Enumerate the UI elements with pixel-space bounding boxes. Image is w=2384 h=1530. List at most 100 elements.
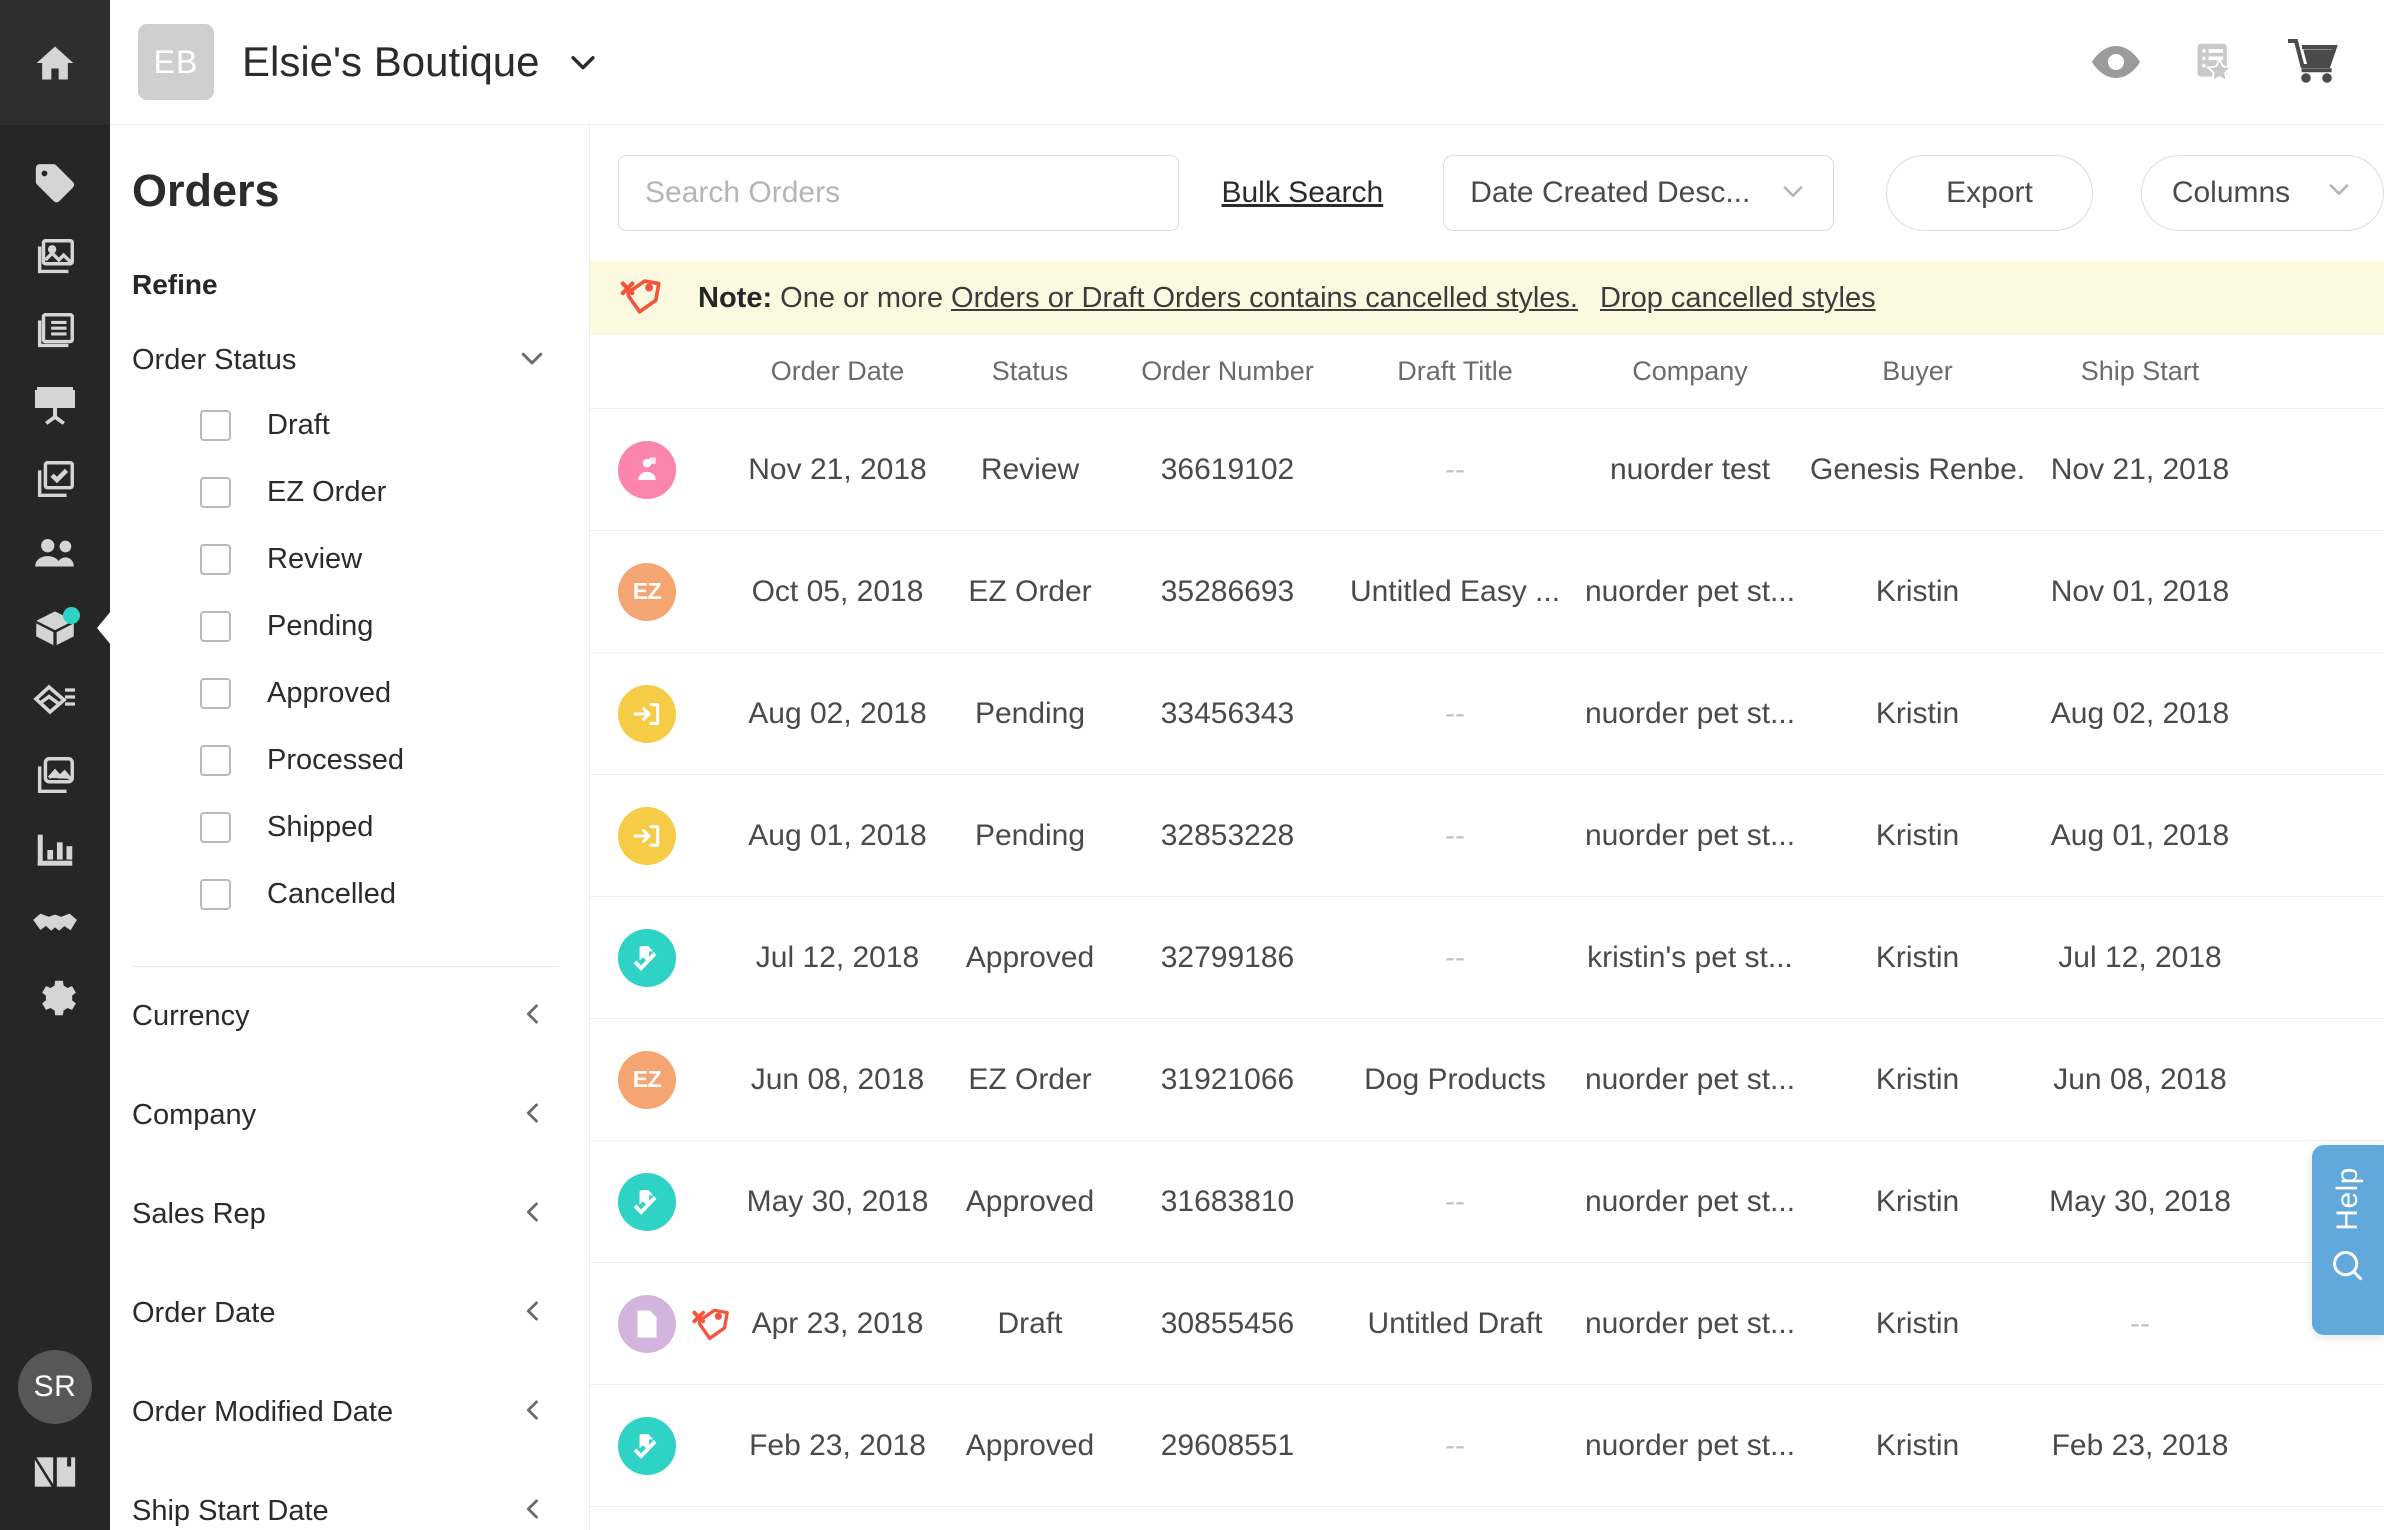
- order-status-option[interactable]: Cancelled: [110, 861, 559, 928]
- order-status-option[interactable]: EZ Order: [110, 459, 559, 526]
- cell-order-date: Jun 08, 2018: [730, 1063, 945, 1097]
- th-status[interactable]: Status: [945, 356, 1115, 387]
- top-bar: EB Elsie's Boutique: [110, 0, 2384, 125]
- checkbox[interactable]: [200, 678, 231, 709]
- help-tab[interactable]: Help: [2312, 1145, 2384, 1335]
- approved-check-icon: [618, 1417, 676, 1475]
- order-status-option[interactable]: Approved: [110, 660, 559, 727]
- cell-company: nuorder pet st...: [1570, 1307, 1810, 1341]
- facet-order-status-header[interactable]: Order Status: [110, 301, 559, 378]
- drop-cancelled-styles-link[interactable]: Drop cancelled styles: [1600, 282, 1876, 315]
- cart-icon[interactable]: [2288, 39, 2340, 85]
- columns-button[interactable]: Columns: [2141, 155, 2384, 231]
- facet-row[interactable]: Order Date: [110, 1264, 559, 1363]
- row-status-icon-cell: [590, 1173, 730, 1231]
- chevron-down-icon: [517, 343, 547, 378]
- sidebar-item-linesheets[interactable]: [0, 221, 110, 295]
- checkbox[interactable]: [200, 812, 231, 843]
- order-status-option[interactable]: Review: [110, 526, 559, 593]
- order-status-option[interactable]: Shipped: [110, 794, 559, 861]
- facet-row-list: CurrencyCompany Sales Rep Order Date Order …: [110, 967, 559, 1530]
- checkbox[interactable]: [200, 477, 231, 508]
- facet-row[interactable]: Currency: [110, 967, 559, 1066]
- list-icon: [32, 309, 78, 355]
- order-status-option-label: Review: [267, 543, 362, 576]
- images-icon: [32, 235, 78, 281]
- table-row[interactable]: EZOct 05, 2018EZ Order35286693Untitled E…: [590, 531, 2384, 653]
- cell-company: nuorder pet st...: [1570, 1185, 1810, 1219]
- table-row[interactable]: Aug 01, 2018Pending32853228--nuorder pet…: [590, 775, 2384, 897]
- row-status-icon-cell: EZ: [590, 1051, 730, 1109]
- th-company[interactable]: Company: [1570, 356, 1810, 387]
- ez-icon: EZ: [618, 1051, 676, 1109]
- cancelled-tag-icon: [690, 1303, 732, 1345]
- cell-order-date: Apr 23, 2018: [730, 1307, 945, 1341]
- sidebar-item-messages[interactable]: [0, 665, 110, 739]
- note-link[interactable]: Orders or Draft Orders contains cancelle…: [951, 282, 1578, 314]
- bulk-search-link[interactable]: Bulk Search: [1221, 176, 1383, 210]
- sidebar-item-tasks[interactable]: [0, 443, 110, 517]
- linesheet-star-icon[interactable]: [2192, 40, 2236, 84]
- cell-status: Approved: [945, 1185, 1115, 1219]
- th-buyer[interactable]: Buyer: [1810, 356, 2025, 387]
- cell-ship-start: Feb 23, 2018: [2025, 1429, 2255, 1463]
- table-row[interactable]: EZJun 08, 2018EZ Order31921066Dog Produc…: [590, 1019, 2384, 1141]
- sidebar-item-partners[interactable]: [0, 887, 110, 961]
- th-draft-title[interactable]: Draft Title: [1340, 356, 1570, 387]
- chevron-left-icon: [519, 1099, 547, 1132]
- facet-row-label: Sales Rep: [132, 1198, 266, 1231]
- checkbox[interactable]: [200, 745, 231, 776]
- sidebar-item-orders[interactable]: [0, 591, 110, 665]
- facet-row[interactable]: Company: [110, 1066, 559, 1165]
- row-status-icon-cell: [590, 807, 730, 865]
- order-status-option[interactable]: Pending: [110, 593, 559, 660]
- sidebar-item-contacts[interactable]: [0, 517, 110, 591]
- checkbox[interactable]: [200, 879, 231, 910]
- facet-row-label: Ship Start Date: [132, 1495, 329, 1528]
- sidebar-item-products[interactable]: [0, 147, 110, 221]
- sidebar-item-catalogs[interactable]: [0, 295, 110, 369]
- brand-name: Elsie's Boutique: [242, 38, 540, 86]
- table-row[interactable]: Apr 23, 2018Draft30855456Untitled Draftn…: [590, 1263, 2384, 1385]
- th-order-date[interactable]: Order Date: [730, 356, 945, 387]
- sidebar-item-home[interactable]: [0, 26, 110, 100]
- table-row[interactable]: Jul 12, 2018Approved32799186--kristin's …: [590, 897, 2384, 1019]
- table-row[interactable]: Nov 21, 2018Review36619102--nuorder test…: [590, 409, 2384, 531]
- brand-switcher-chevron-down-icon[interactable]: [566, 45, 600, 79]
- cell-order-number: 31683810: [1115, 1185, 1340, 1219]
- facet-row-label: Order Modified Date: [132, 1396, 393, 1429]
- table-row[interactable]: Aug 02, 2018Pending33456343--nuorder pet…: [590, 653, 2384, 775]
- checkbox[interactable]: [200, 611, 231, 642]
- row-status-icon-cell: EZ: [590, 563, 730, 621]
- facet-row[interactable]: Order Modified Date: [110, 1363, 559, 1462]
- cell-status: Draft: [945, 1307, 1115, 1341]
- sidebar-item-settings[interactable]: [0, 961, 110, 1035]
- avatar[interactable]: SR: [18, 1350, 92, 1424]
- refine-heading: Refine: [110, 217, 559, 301]
- eye-icon[interactable]: [2092, 45, 2140, 79]
- cell-draft-title: --: [1340, 697, 1570, 731]
- sidebar-item-reports[interactable]: [0, 813, 110, 887]
- search-input[interactable]: [645, 176, 1152, 210]
- facet-row[interactable]: Ship Start Date: [110, 1462, 559, 1530]
- table-row[interactable]: Feb 23, 2018Approved29608551--nuorder pe…: [590, 1385, 2384, 1507]
- order-status-option-label: Processed: [267, 744, 404, 777]
- checkbox[interactable]: [200, 544, 231, 575]
- row-status-icon-cell: [590, 1295, 730, 1353]
- sidebar-item-presentations[interactable]: [0, 369, 110, 443]
- order-status-option[interactable]: Draft: [110, 392, 559, 459]
- row-status-icon-cell: [590, 929, 730, 987]
- export-button[interactable]: Export: [1886, 155, 2093, 231]
- row-status-icon-cell: [590, 441, 730, 499]
- sidebar-item-docs[interactable]: [0, 1440, 110, 1504]
- th-ship-start[interactable]: Ship Start: [2025, 356, 2255, 387]
- facet-row[interactable]: Sales Rep: [110, 1165, 559, 1264]
- th-order-number[interactable]: Order Number: [1115, 356, 1340, 387]
- order-status-option[interactable]: Processed: [110, 727, 559, 794]
- sort-select[interactable]: Date Created Desc...: [1443, 155, 1834, 231]
- sidebar-item-assets[interactable]: [0, 739, 110, 813]
- checkbox[interactable]: [200, 410, 231, 441]
- search-orders-box[interactable]: [618, 155, 1179, 231]
- table-row[interactable]: May 30, 2018Approved31683810--nuorder pe…: [590, 1141, 2384, 1263]
- cell-order-date: Nov 21, 2018: [730, 453, 945, 487]
